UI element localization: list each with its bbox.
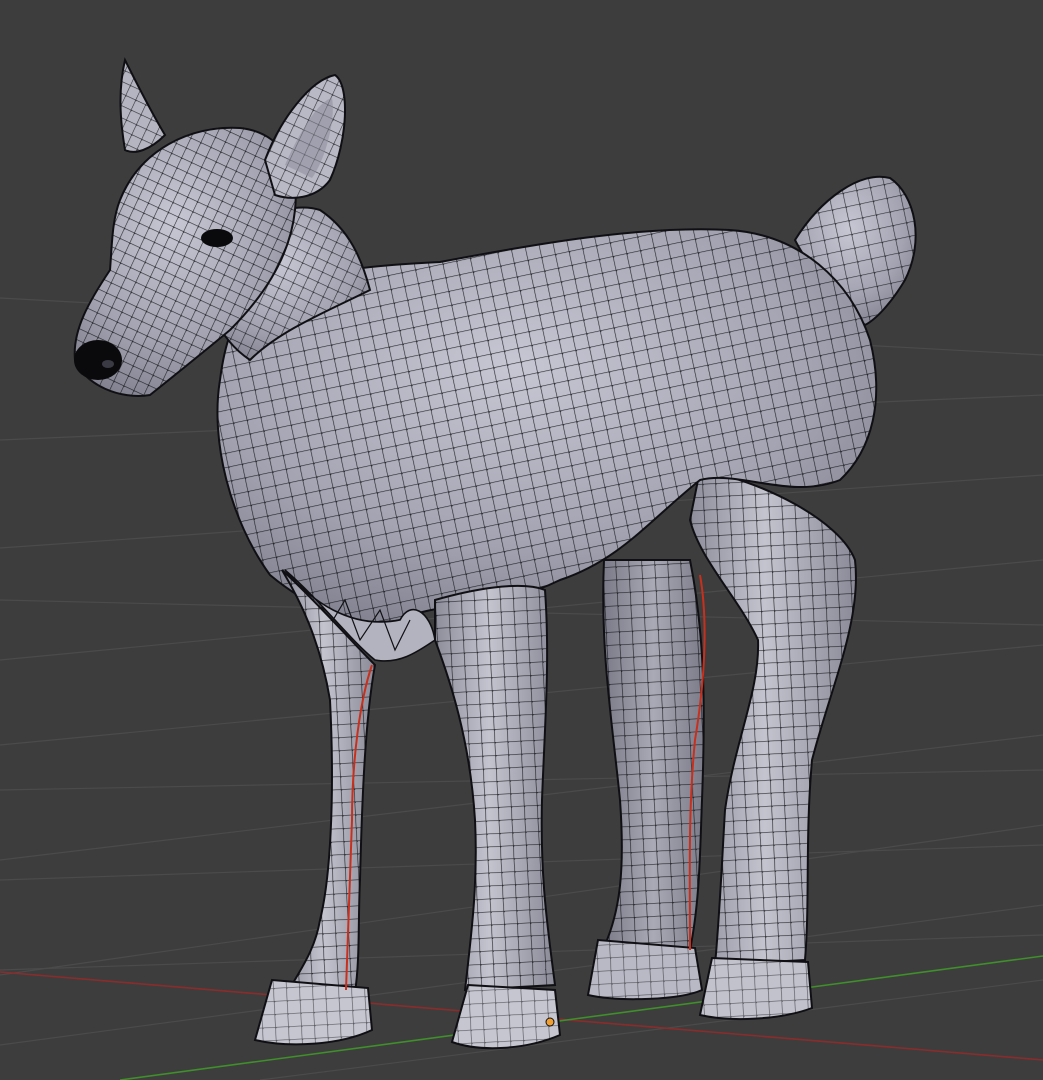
back-leg-left bbox=[586, 559, 705, 1001]
eye bbox=[201, 229, 233, 247]
3d-viewport[interactable] bbox=[0, 0, 1043, 1080]
fawn-mesh[interactable] bbox=[73, 57, 917, 1050]
ear-right bbox=[263, 73, 347, 199]
back-leg-right bbox=[688, 468, 857, 1021]
y-axis-line bbox=[119, 955, 1043, 1080]
nostril-highlight bbox=[102, 360, 114, 368]
nose bbox=[74, 340, 122, 380]
selected-vertex[interactable] bbox=[545, 1017, 555, 1027]
front-leg-right bbox=[434, 584, 562, 1050]
ear-left bbox=[119, 57, 167, 153]
